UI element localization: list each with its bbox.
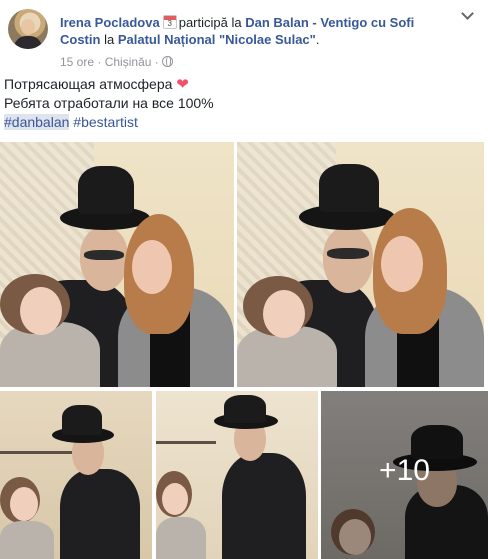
post-text: Потрясающая атмосфера ❤ Ребята отработал… [4,75,480,132]
gallery-photo-5-more[interactable]: +10 [321,391,488,559]
gallery-photo-1[interactable] [0,142,234,387]
more-photos-count[interactable]: +10 [321,453,488,489]
post-location[interactable]: Chișinău [105,55,152,69]
gallery-photo-4[interactable] [156,391,318,559]
post-header-line: Irena Pocladova 3 participă la Dan Balan -… [60,15,415,47]
post-text-line-1: Потрясающая атмосфера [4,76,173,92]
author-name-link[interactable]: Irena Pocladova [60,15,160,30]
hashtag-bestartist[interactable]: #bestartist [73,114,138,130]
gallery-photo-2[interactable] [237,142,484,387]
post-text-line-2: Ребята отработали на все 100% [4,95,214,111]
post-time[interactable]: 15 ore [60,55,94,69]
venue-prefix: la [104,32,115,47]
calendar-icon: 3 [162,15,177,29]
venue-link[interactable]: Palatul Național "Nicolae Sulac" [118,32,316,47]
participation-text: participă la [178,15,242,30]
gallery-photo-3[interactable] [0,391,152,559]
globe-icon[interactable] [162,56,174,67]
post-header: Irena Pocladova 3 participă la Dan Balan -… [8,9,480,69]
post-meta: 15 ore · Chișinău · [60,54,174,70]
heart-icon: ❤ [176,76,189,93]
author-avatar[interactable] [8,9,48,49]
hashtag-danbalan[interactable]: #danbalan [4,114,70,130]
post-options-chevron-icon[interactable] [460,11,474,21]
